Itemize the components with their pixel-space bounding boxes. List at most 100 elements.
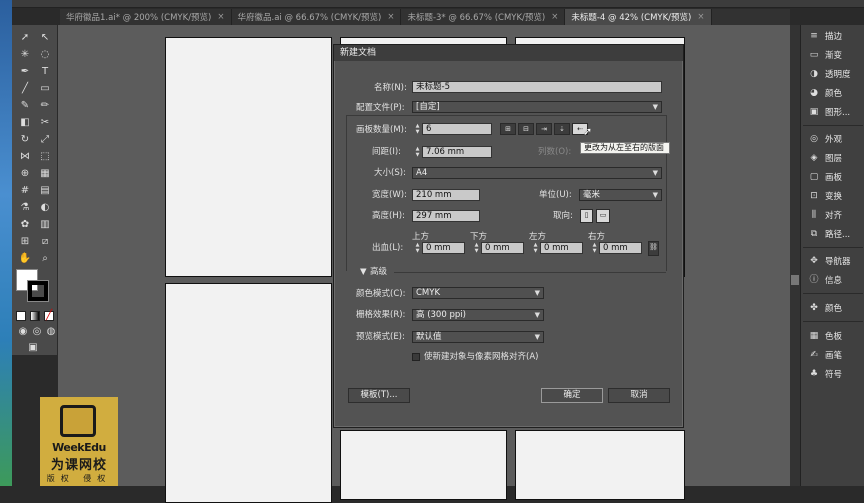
scrollbar-thumb[interactable]	[791, 275, 799, 285]
panel-item-swatches[interactable]: ▦ 色板	[809, 329, 842, 343]
arrange-by-column-icon[interactable]: ⇣	[554, 123, 570, 135]
stroke-swatch[interactable]	[27, 280, 49, 302]
spacing-stepper[interactable]: ▲ ▼	[414, 146, 421, 158]
cancel-button[interactable]: 取消	[608, 388, 670, 403]
close-icon[interactable]: ×	[387, 12, 394, 22]
line-tool-icon[interactable]: ╱	[18, 82, 32, 96]
arrange-by-row-icon[interactable]: ⇥	[536, 123, 552, 135]
ok-button[interactable]: 确定	[541, 388, 603, 403]
draw-normal-icon[interactable]: ◉	[16, 325, 30, 339]
tab-document-4[interactable]: 未标题-4 @ 42% (CMYK/预览) ×	[565, 9, 712, 25]
hand-tool-icon[interactable]: ✋	[18, 252, 32, 266]
gradient-tool-icon[interactable]: ▤	[38, 184, 52, 198]
symbol-sprayer-tool-icon[interactable]: ✿	[18, 218, 32, 232]
close-icon[interactable]: ×	[697, 12, 704, 22]
direct-selection-tool-icon[interactable]: ↖	[38, 31, 52, 45]
draw-inside-icon[interactable]: ◍	[44, 325, 58, 339]
panel-item-graphic-styles[interactable]: ▣ 图形...	[809, 105, 850, 119]
slice-tool-icon[interactable]: ⧄	[38, 235, 52, 249]
panel-item-appearance[interactable]: ◎ 外观	[809, 132, 842, 146]
pen-tool-icon[interactable]: ✒	[18, 65, 32, 79]
grid-by-column-icon[interactable]: ⊟	[518, 123, 534, 135]
bleed-top-field[interactable]: 0 mm	[422, 242, 465, 254]
name-field[interactable]: 未标题-5	[412, 81, 662, 93]
panel-item-navigator[interactable]: ✥ 导航器	[809, 254, 850, 268]
panel-item-artboards[interactable]: ▢ 画板	[809, 170, 842, 184]
free-transform-tool-icon[interactable]: ⬚	[38, 150, 52, 164]
artboard[interactable]	[165, 283, 332, 503]
pencil-tool-icon[interactable]: ✏	[38, 99, 52, 113]
close-icon[interactable]: ×	[551, 12, 558, 22]
tab-document-1[interactable]: 华府徽品1.ai* @ 200% (CMYK/预览) ×	[60, 9, 232, 25]
artboard[interactable]	[515, 430, 685, 500]
tab-document-3[interactable]: 未标题-3* @ 66.67% (CMYK/预览) ×	[401, 9, 566, 25]
scale-tool-icon[interactable]: ⤢	[38, 133, 52, 147]
profile-select[interactable]: [自定] ▼	[412, 101, 662, 113]
bleed-left-field[interactable]: 0 mm	[540, 242, 583, 254]
preview-mode-select[interactable]: 默认值 ▼	[412, 331, 544, 343]
link-icon[interactable]: ⛓	[648, 241, 659, 256]
height-field[interactable]: 297 mm	[412, 210, 480, 222]
blend-tool-icon[interactable]: ◐	[38, 201, 52, 215]
scissors-tool-icon[interactable]: ✂	[38, 116, 52, 130]
panel-item-stroke[interactable]: ≡ 描边	[809, 29, 842, 43]
artboard[interactable]	[165, 37, 332, 277]
selection-tool-icon[interactable]: ➚	[18, 31, 32, 45]
align-pixel-grid-checkbox[interactable]	[412, 353, 420, 361]
bleed-bottom-stepper[interactable]: ▲ ▼	[473, 242, 480, 254]
artboard[interactable]	[340, 430, 507, 500]
panel-item-color-guide[interactable]: ✤ 颜色	[809, 301, 842, 315]
bleed-left-stepper[interactable]: ▲ ▼	[532, 242, 539, 254]
gradient-mode-button[interactable]	[30, 311, 40, 321]
magic-wand-tool-icon[interactable]: ✳	[18, 48, 32, 62]
paintbrush-tool-icon[interactable]: ✎	[18, 99, 32, 113]
lasso-tool-icon[interactable]: ◌	[38, 48, 52, 62]
draw-behind-icon[interactable]: ◎	[30, 325, 44, 339]
bleed-top-stepper[interactable]: ▲ ▼	[414, 242, 421, 254]
close-icon[interactable]: ×	[217, 12, 224, 22]
shape-builder-tool-icon[interactable]: ⊕	[18, 167, 32, 181]
raster-effects-select[interactable]: 高 (300 ppi) ▼	[412, 309, 544, 321]
landscape-icon[interactable]: ▭	[596, 209, 610, 223]
artboards-stepper[interactable]: ▲ ▼	[414, 123, 421, 135]
spacing-field[interactable]: 7.06 mm	[422, 146, 492, 158]
color-mode-button[interactable]	[16, 311, 26, 321]
advanced-label[interactable]: 高级	[370, 266, 387, 278]
units-select[interactable]: 毫米 ▼	[579, 189, 662, 201]
template-button[interactable]: 模板(T)...	[348, 388, 410, 403]
panel-item-pathfinder[interactable]: ⧉ 路径...	[809, 227, 850, 241]
none-mode-button[interactable]: ╱	[44, 311, 54, 321]
bleed-right-field[interactable]: 0 mm	[599, 242, 642, 254]
panel-item-brushes[interactable]: ✍ 画笔	[809, 348, 842, 362]
column-graph-tool-icon[interactable]: ▥	[38, 218, 52, 232]
eraser-tool-icon[interactable]: ◧	[18, 116, 32, 130]
width-tool-icon[interactable]: ⋈	[18, 150, 32, 164]
size-select[interactable]: A4 ▼	[412, 167, 662, 179]
portrait-icon[interactable]: ▯	[580, 209, 593, 223]
artboards-field[interactable]: 6	[422, 123, 492, 135]
panel-item-info[interactable]: ⓘ 信息	[809, 273, 842, 287]
eyedropper-tool-icon[interactable]: ⚗	[18, 201, 32, 215]
bleed-bottom-field[interactable]: 0 mm	[481, 242, 524, 254]
color-mode-select[interactable]: CMYK ▼	[412, 287, 544, 299]
vertical-scrollbar[interactable]	[790, 25, 800, 486]
screen-mode-icon[interactable]: ▣	[26, 341, 40, 355]
panel-item-transform[interactable]: ⊡ 变换	[809, 189, 842, 203]
rectangle-tool-icon[interactable]: ▭	[38, 82, 52, 96]
artboard-tool-icon[interactable]: ⊞	[18, 235, 32, 249]
panel-item-color[interactable]: ◕ 颜色	[809, 86, 842, 100]
tab-document-2[interactable]: 华府徽品.ai @ 66.67% (CMYK/预览) ×	[232, 9, 402, 25]
panel-item-align[interactable]: ⫼ 对齐	[809, 208, 842, 222]
width-field[interactable]: 210 mm	[412, 189, 480, 201]
advanced-toggle-icon[interactable]: ▼	[360, 266, 367, 278]
rotate-tool-icon[interactable]: ↻	[18, 133, 32, 147]
perspective-grid-tool-icon[interactable]: ▦	[38, 167, 52, 181]
type-tool-icon[interactable]: T	[38, 65, 52, 79]
panel-item-transparency[interactable]: ◑ 透明度	[809, 67, 850, 81]
grid-by-row-icon[interactable]: ⊞	[500, 123, 516, 135]
mesh-tool-icon[interactable]: #	[18, 184, 32, 198]
zoom-tool-icon[interactable]: ⌕	[38, 252, 52, 266]
bleed-right-stepper[interactable]: ▲ ▼	[591, 242, 598, 254]
panel-item-gradient[interactable]: ▭ 渐变	[809, 48, 842, 62]
panel-item-layers[interactable]: ◈ 图层	[809, 151, 842, 165]
